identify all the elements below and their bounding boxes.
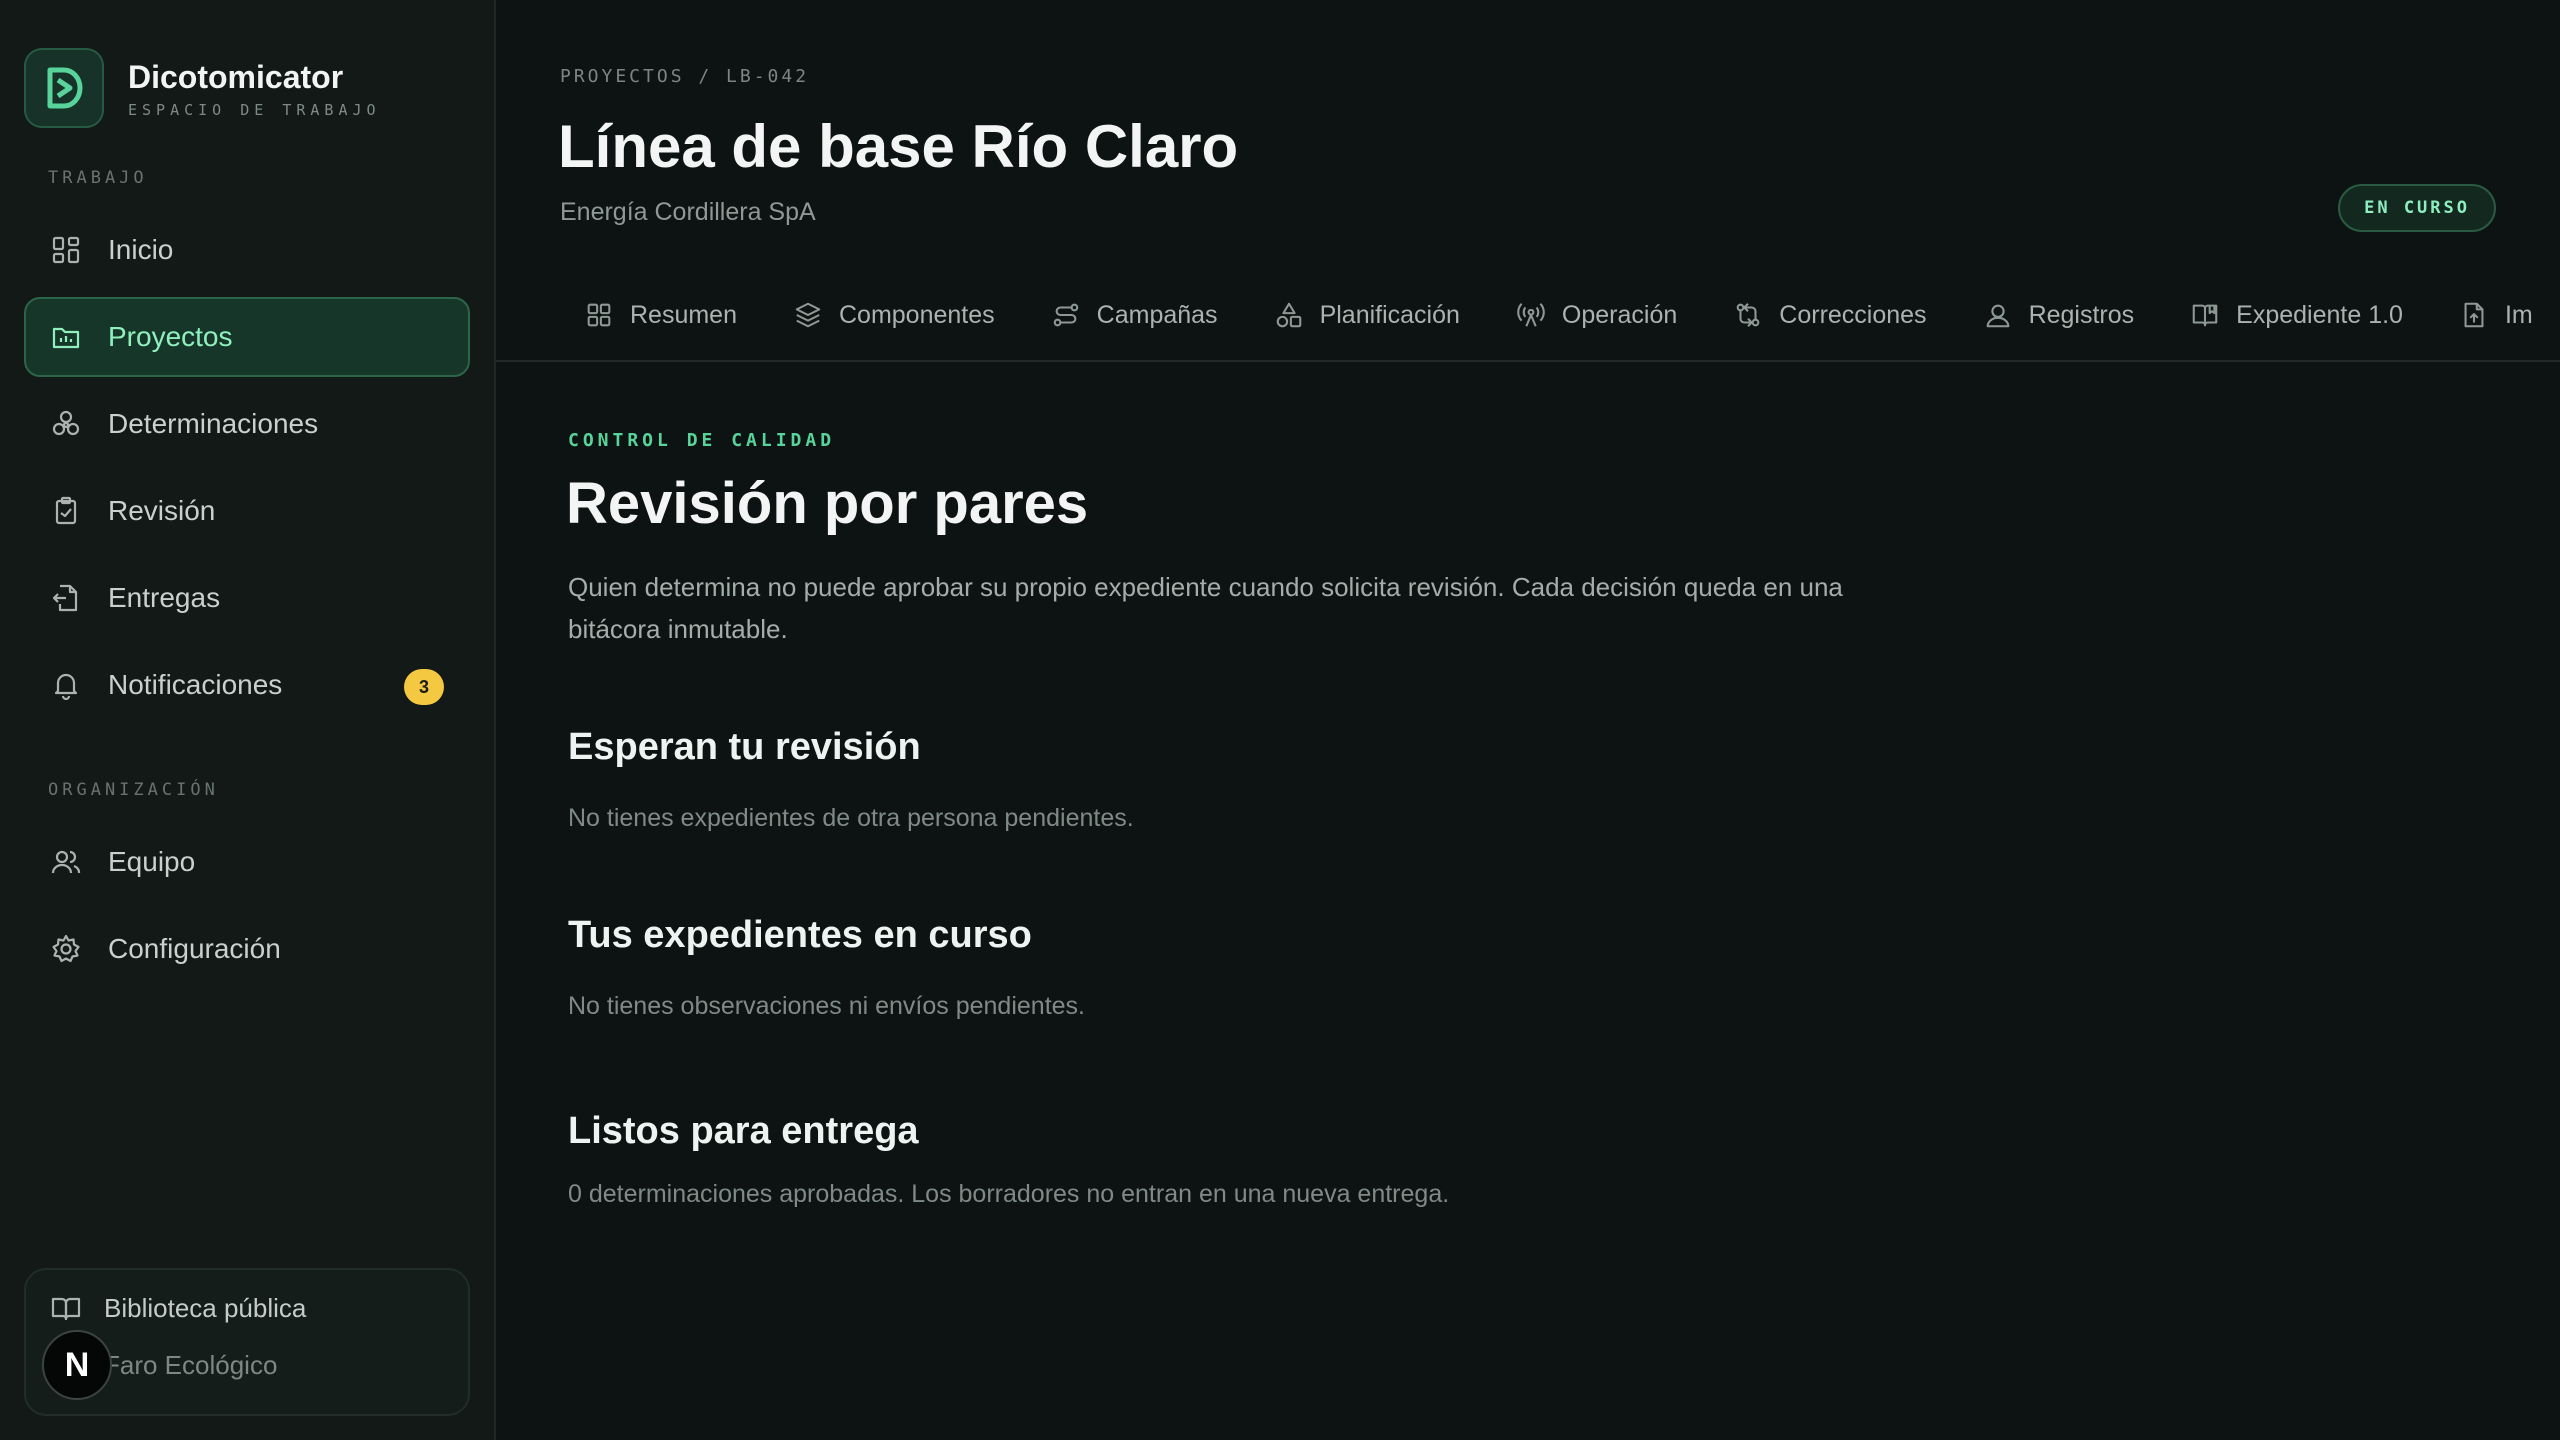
tab-label: Im — [2504, 300, 2533, 329]
page-subtitle: Energía Cordillera SpA — [560, 198, 816, 226]
in-progress-empty: No tienes observaciones ni envíos pendie… — [568, 992, 1085, 1020]
avatar[interactable]: N — [42, 1330, 112, 1400]
tab-importar[interactable]: Im — [2459, 300, 2533, 330]
sidebar: Dicotomicator ESPACIO DE TRABAJO TRABAJO… — [0, 0, 496, 1440]
tab-resumen[interactable]: Resumen — [584, 300, 737, 330]
sidebar-item-label: Notificaciones — [108, 669, 283, 700]
bell-icon — [50, 669, 82, 701]
tab-registros[interactable]: Registros — [1983, 300, 2135, 330]
layers-icon — [795, 302, 821, 328]
main-content: PROYECTOS / LB-042 Línea de base Río Cla… — [496, 0, 2560, 1440]
tab-operacion[interactable]: Operación — [1516, 300, 1677, 330]
route-icon — [1053, 303, 1078, 327]
tab-campanas[interactable]: Campañas — [1051, 300, 1218, 330]
sidebar-item-label: Inicio — [108, 234, 174, 265]
sidebar-item-equipo[interactable]: Equipo — [24, 822, 470, 902]
sidebar-item-label: Determinaciones — [108, 408, 319, 439]
brand-subtitle: ESPACIO DE TRABAJO — [128, 101, 381, 119]
notification-badge: 3 — [404, 669, 444, 705]
users-icon — [50, 846, 82, 878]
section-eyebrow: CONTROL DE CALIDAD — [568, 430, 836, 451]
sidebar-item-label: Revisión — [108, 495, 216, 526]
folder-chart-icon — [50, 321, 82, 353]
project-tabs: Resumen Componentes Campañas Planificaci… — [584, 290, 2560, 340]
sidebar-item-revision[interactable]: Revisión — [24, 471, 470, 551]
sidebar-item-label: Entregas — [108, 582, 221, 613]
document-send-icon — [50, 582, 82, 614]
sidebar-item-determinaciones[interactable]: Determinaciones — [24, 384, 470, 464]
tab-label: Planificación — [1319, 300, 1460, 329]
file-upload-icon — [2464, 302, 2484, 328]
page-title: Línea de base Río Claro — [558, 113, 1239, 180]
public-library-link[interactable]: Biblioteca pública — [50, 1292, 306, 1324]
brand[interactable]: Dicotomicator ESPACIO DE TRABAJO — [24, 48, 381, 128]
brand-name: Dicotomicator — [128, 59, 344, 95]
grid-icon — [587, 303, 611, 327]
tab-correcciones[interactable]: Correcciones — [1733, 300, 1927, 330]
user-pin-icon — [1986, 304, 2009, 328]
git-compare-icon — [1736, 303, 1760, 327]
sidebar-item-label: Configuración — [108, 933, 281, 964]
ready-delivery-title: Listos para entrega — [568, 1110, 919, 1152]
sidebar-item-proyectos[interactable]: Proyectos — [24, 297, 470, 377]
sidebar-item-entregas[interactable]: Entregas — [24, 558, 470, 638]
breadcrumb[interactable]: PROYECTOS / LB-042 — [560, 66, 809, 87]
workspace-card: Biblioteca pública Faro Ecológico N — [24, 1268, 470, 1416]
open-book-icon — [50, 1292, 82, 1324]
public-library-label: Biblioteca pública — [104, 1292, 307, 1323]
section-label-work: TRABAJO — [48, 168, 148, 188]
tab-label: Registros — [2028, 300, 2135, 329]
tab-componentes[interactable]: Componentes — [793, 300, 995, 330]
in-progress-title: Tus expedientes en curso — [568, 914, 1032, 956]
organization-name[interactable]: Faro Ecológico — [104, 1350, 277, 1381]
tab-label: Correcciones — [1779, 300, 1927, 329]
section-description: Quien determina no puede aprobar su prop… — [568, 572, 1843, 644]
tab-label: Operación — [1561, 300, 1678, 329]
status-badge: EN CURSO — [2338, 184, 2496, 232]
molecule-icon — [50, 408, 82, 440]
sidebar-item-configuracion[interactable]: Configuración — [24, 909, 470, 989]
tab-label: Componentes — [839, 300, 995, 329]
pending-review-title: Esperan tu revisión — [568, 726, 921, 768]
tab-label: Campañas — [1096, 300, 1218, 329]
sidebar-item-inicio[interactable]: Inicio — [24, 210, 470, 290]
brand-logo-icon — [24, 48, 104, 128]
tab-label: Expediente 1.0 — [2236, 300, 2403, 329]
sidebar-item-notificaciones[interactable]: Notificaciones 3 — [24, 645, 470, 725]
tab-expediente[interactable]: Expediente 1.0 — [2190, 300, 2403, 330]
sidebar-item-label: Equipo — [108, 846, 196, 877]
shapes-icon — [1276, 302, 1301, 328]
sidebar-item-label: Proyectos — [108, 321, 233, 352]
tab-label: Resumen — [630, 300, 737, 329]
ready-delivery-text: 0 determinaciones aprobadas. Los borrado… — [568, 1180, 1450, 1208]
tabs-divider — [496, 360, 2560, 362]
pending-review-empty: No tienes expedientes de otra persona pe… — [568, 804, 1134, 832]
tab-planificacion[interactable]: Planificación — [1274, 300, 1460, 330]
section-title: Revisión por pares — [566, 471, 1089, 536]
section-label-org: ORGANIZACIÓN — [48, 780, 219, 800]
grid-icon — [50, 234, 82, 266]
clipboard-check-icon — [50, 495, 82, 527]
gear-icon — [50, 933, 82, 965]
book-icon — [2192, 304, 2218, 327]
antenna-icon — [1517, 303, 1545, 327]
